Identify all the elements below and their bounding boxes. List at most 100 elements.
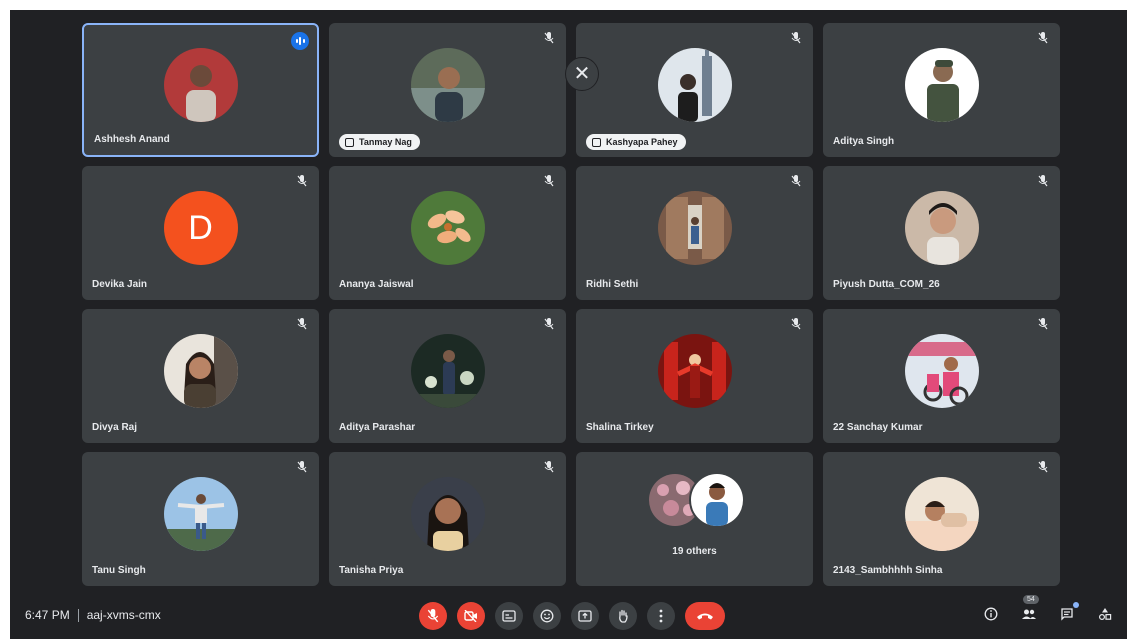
avatar (163, 334, 238, 408)
chat-icon (1061, 608, 1073, 621)
avatar (163, 477, 238, 551)
participant-name: Devika Jain (92, 279, 148, 290)
meeting-details: 6:47 PM aaj-xvms-cmx (25, 608, 161, 623)
participant-tile[interactable]: Tanmay Nag (329, 23, 566, 157)
participant-tile[interactable]: Ananya Jaiswal (329, 166, 566, 300)
mic-off-icon (1038, 461, 1048, 473)
avatar (163, 48, 238, 122)
mic-off-icon (297, 318, 307, 330)
more-options-button[interactable] (647, 602, 675, 630)
meeting-stage: Ashhesh Anand Tanmay Nag Kashyapa Pahey … (10, 10, 1127, 639)
unread-badge (1073, 602, 1079, 608)
participant-tile[interactable]: 22 Sanchay Kumar (823, 309, 1060, 443)
pinned-name-chip: Kashyapa Pahey (586, 134, 686, 150)
participant-tile[interactable]: Aditya Parashar (329, 309, 566, 443)
call-controls (419, 602, 725, 630)
avatar (410, 334, 485, 408)
participant-tile[interactable]: Tanisha Priya (329, 452, 566, 586)
participant-name: Piyush Dutta_COM_26 (833, 279, 940, 290)
meeting-info-button[interactable] (981, 604, 1001, 624)
mic-off-icon (791, 175, 801, 187)
others-count: 19 others (672, 546, 717, 557)
divider (77, 609, 79, 623)
participant-name: Aditya Parashar (339, 422, 416, 433)
participant-tile[interactable]: Tanu Singh (82, 452, 319, 586)
close-icon[interactable]: ✕ (565, 57, 599, 91)
avatar (904, 334, 979, 408)
avatar (410, 48, 485, 122)
others-tile[interactable]: 19 others (576, 452, 813, 586)
participant-name: Aditya Singh (833, 136, 895, 147)
participant-name: Shalina Tirkey (586, 422, 654, 433)
pin-icon (592, 137, 601, 147)
raise-hand-button[interactable] (609, 602, 637, 630)
shapes-icon (1098, 608, 1112, 621)
mic-off-icon (544, 461, 554, 473)
letter-avatar: D (163, 191, 238, 265)
participant-tile[interactable]: Divya Raj (82, 309, 319, 443)
avatar (410, 191, 485, 265)
chat-button[interactable] (1057, 602, 1079, 624)
participant-name: Divya Raj (92, 422, 138, 433)
avatar (904, 48, 979, 122)
mic-off-icon (297, 461, 307, 473)
participant-tile[interactable]: Ridhi Sethi (576, 166, 813, 300)
mic-off-icon (1038, 175, 1048, 187)
participant-name: 2143_Sambhhhh Sinha (833, 565, 943, 576)
activities-button[interactable] (1095, 604, 1115, 624)
participant-name: 22 Sanchay Kumar (833, 422, 923, 433)
participant-grid: Ashhesh Anand Tanmay Nag Kashyapa Pahey … (82, 23, 1060, 586)
camera-toggle-button[interactable] (457, 602, 485, 630)
participant-tile[interactable]: Kashyapa Pahey (576, 23, 813, 157)
speaking-indicator-icon (291, 32, 309, 50)
pinned-name-chip: Tanmay Nag (339, 134, 420, 150)
bottom-toolbar: 6:47 PM aaj-xvms-cmx 54 (10, 595, 1127, 638)
participant-tile[interactable]: Piyush Dutta_COM_26 (823, 166, 1060, 300)
meeting-code: aaj-xvms-cmx (86, 608, 161, 622)
participant-name: Ananya Jaiswal (339, 279, 414, 290)
reactions-button[interactable] (533, 602, 561, 630)
leave-call-button[interactable] (685, 602, 725, 630)
avatar (904, 477, 979, 551)
present-screen-button[interactable] (571, 602, 599, 630)
participant-name: Ashhesh Anand (94, 134, 170, 145)
participant-tile[interactable]: Aditya Singh (823, 23, 1060, 157)
avatar (688, 472, 745, 528)
info-icon (984, 607, 998, 621)
participant-name: Tanmay Nag (359, 137, 412, 147)
raise-hand-icon (619, 609, 628, 623)
participant-tile[interactable]: Shalina Tirkey (576, 309, 813, 443)
participant-tile[interactable]: Ashhesh Anand (82, 23, 319, 157)
mic-off-icon (791, 318, 801, 330)
mic-off-icon (1038, 32, 1048, 44)
avatar (657, 191, 732, 265)
avatar (657, 334, 732, 408)
participant-name: Tanisha Priya (339, 565, 404, 576)
camera-off-icon (464, 610, 477, 622)
participant-tile[interactable]: D Devika Jain (82, 166, 319, 300)
people-button[interactable]: 54 (1019, 595, 1039, 624)
mic-off-icon (544, 175, 554, 187)
captions-icon (502, 610, 516, 622)
avatar (410, 477, 485, 551)
end-call-icon (697, 613, 713, 620)
side-controls: 54 (981, 595, 1115, 624)
participant-count-badge: 54 (1023, 595, 1039, 604)
others-avatars (648, 472, 745, 528)
participant-name: Tanu Singh (92, 565, 146, 576)
avatar (904, 191, 979, 265)
participant-name: Kashyapa Pahey (606, 137, 678, 147)
mic-off-icon (544, 32, 554, 44)
more-options-icon (659, 609, 663, 623)
mic-toggle-button[interactable] (419, 602, 447, 630)
mic-off-icon (544, 318, 554, 330)
participant-tile[interactable]: 2143_Sambhhhh Sinha (823, 452, 1060, 586)
captions-button[interactable] (495, 602, 523, 630)
mic-off-icon (791, 32, 801, 44)
mic-off-icon (297, 175, 307, 187)
present-icon (578, 610, 592, 622)
participant-name: Ridhi Sethi (586, 279, 639, 290)
avatar (657, 48, 732, 122)
mic-off-icon (1038, 318, 1048, 330)
mic-off-icon (427, 609, 439, 623)
